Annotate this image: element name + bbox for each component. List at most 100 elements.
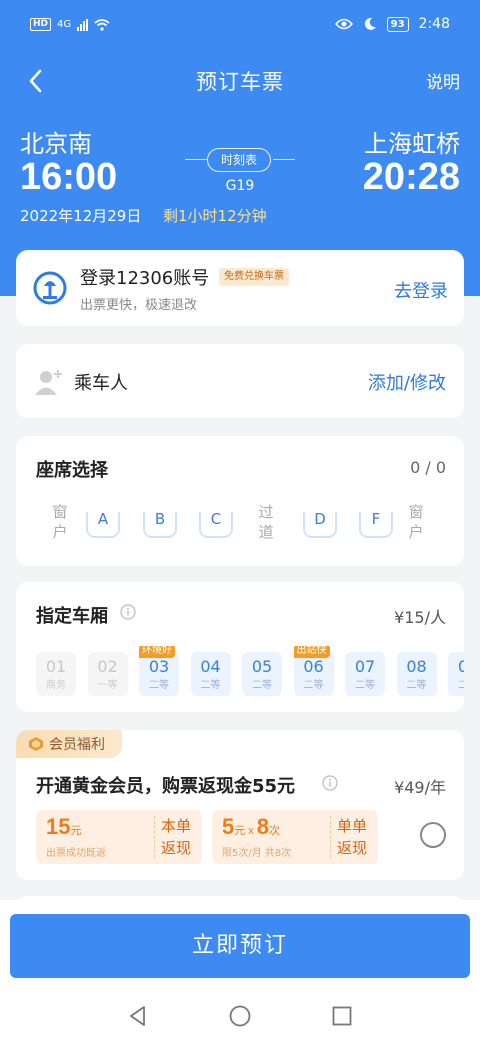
- time-remaining: 剩1小时12分钟: [163, 207, 267, 225]
- car-class: 二等: [355, 680, 375, 691]
- coupon-tag: 本单 返现: [160, 817, 191, 857]
- vip-info-icon[interactable]: [322, 775, 338, 791]
- arrival-time: 20:28: [362, 156, 460, 198]
- info-icon[interactable]: [120, 604, 136, 620]
- timetable-button[interactable]: 时刻表: [207, 148, 271, 172]
- passenger-card[interactable]: 乘车人 添加/修改: [16, 344, 464, 418]
- nav-back-icon[interactable]: [126, 1004, 150, 1028]
- train-number: G19: [225, 178, 255, 194]
- car-class: 二等: [406, 680, 427, 691]
- car-class: 二等: [200, 680, 221, 691]
- add-person-icon: [35, 370, 62, 395]
- aisle-label: 过道: [258, 503, 274, 541]
- travel-date: 2022年12月29日: [20, 207, 142, 225]
- car-class: 二等: [458, 680, 464, 691]
- coupon-subtitle: 出票成功既返: [46, 848, 106, 859]
- add-modify-passenger-button[interactable]: 添加/修改: [368, 369, 446, 395]
- login-card[interactable]: 登录12306账号 免费兑换车票 出票更快，极速退改 去登录: [16, 250, 464, 326]
- system-navigation-bar: [0, 990, 480, 1040]
- clock: 2:48: [418, 16, 450, 32]
- login-title: 登录12306账号: [80, 268, 210, 289]
- nav-home-icon[interactable]: [228, 1004, 252, 1028]
- car-selection-price: ¥15/人: [394, 608, 446, 627]
- car-02: 02 一等: [87, 652, 128, 696]
- seat-selection-card: 座席选择 0 / 0 窗户 A B C 过道 D F 窗户: [16, 436, 464, 566]
- timetable-group: 时刻表: [185, 148, 295, 172]
- window-label-right: 窗户: [408, 503, 424, 541]
- seat-c[interactable]: C: [199, 506, 233, 538]
- window-label-left: 窗户: [52, 503, 68, 541]
- status-bar-left: HD 4G: [30, 18, 110, 31]
- seat-a[interactable]: A: [86, 506, 120, 538]
- coupon-amount: 15元: [46, 814, 82, 839]
- car-selection-title: 指定车厢: [36, 606, 108, 627]
- coupon-divider: [330, 816, 331, 858]
- signal-icon: [77, 18, 89, 31]
- book-now-button[interactable]: 立即预订: [10, 914, 470, 978]
- departure-station: 北京南: [20, 130, 92, 158]
- car-tag: 出站快: [293, 646, 330, 658]
- hd-indicator: HD: [30, 18, 52, 31]
- gem-icon: [29, 737, 43, 751]
- vip-price: ¥49/年: [394, 778, 446, 797]
- coupon-instant-cashback: 15元 出票成功既返 本单 返现: [36, 810, 202, 864]
- status-bar: HD 4G 93 2:48: [0, 0, 480, 52]
- seat-d[interactable]: D: [303, 506, 337, 538]
- car-number: 06: [303, 657, 324, 676]
- car-number: 08: [406, 657, 427, 676]
- car-04[interactable]: 04 二等: [190, 652, 231, 696]
- car-number: 05: [251, 657, 273, 676]
- car-number: 09: [457, 657, 464, 676]
- car-class: 一等: [97, 680, 118, 691]
- car-03[interactable]: 03 二等 环境好: [139, 646, 179, 696]
- timetable-line-right: [273, 159, 295, 160]
- car-selection-card: 指定车厢 ¥15/人 01 商务 02 一等 03 二等 环境好 04 二等 05 二等 06 二等 出站…: [16, 582, 464, 712]
- car-number: 07: [354, 657, 376, 676]
- coupon-subtitle: 限5次/月 共8次: [222, 848, 292, 859]
- car-07[interactable]: 07 二等: [345, 652, 385, 696]
- car-list: 01商务02一等03二等环境好04二等05二等06二等出站快07二等08二等09…: [36, 646, 464, 696]
- vip-tab-label: 会员福利: [49, 737, 105, 753]
- coupon-amount: 5元 x 8次: [222, 814, 280, 839]
- login-button[interactable]: 去登录: [394, 277, 448, 303]
- moon-icon: [364, 17, 376, 30]
- passenger-label: 乘车人: [74, 373, 128, 394]
- car-number: 03: [148, 657, 170, 676]
- seat-map: 窗户 A B C 过道 D F 窗户: [16, 502, 464, 548]
- car-class: 商务: [46, 680, 66, 691]
- car-06[interactable]: 06 二等 出站快: [293, 646, 334, 696]
- car-number: 01: [45, 657, 67, 676]
- seat-f[interactable]: F: [359, 506, 393, 538]
- vip-title: 开通黄金会员，购票返现金55元: [36, 776, 296, 797]
- coupon-tag: 单单 返现: [336, 817, 367, 857]
- timetable-line-left: [185, 159, 207, 160]
- nav-recents-icon[interactable]: [330, 1004, 354, 1028]
- departure-time: 16:00: [20, 156, 118, 198]
- car-08[interactable]: 08 二等: [396, 652, 437, 696]
- seat-selection-title: 座席选择: [36, 460, 108, 481]
- car-tag: 环境好: [139, 646, 175, 658]
- vip-tab: 会员福利: [16, 730, 122, 758]
- car-09[interactable]: 09 二等: [448, 652, 464, 696]
- coupon-per-order-cashback: 5元 x 8次 限5次/月 共8次 单单 返现: [212, 810, 378, 864]
- car-number: 04: [200, 657, 221, 676]
- wifi-icon: [94, 18, 110, 31]
- battery-indicator: 93: [386, 16, 409, 32]
- seat-b[interactable]: B: [143, 506, 177, 538]
- arrival-station: 上海虹桥: [364, 130, 460, 158]
- vip-card: 会员福利 开通黄金会员，购票返现金55元 ¥49/年 15元 出票成功既返 本单…: [16, 730, 464, 880]
- car-01: 01 商务: [36, 652, 76, 696]
- page-title: 预订车票: [196, 70, 284, 94]
- car-class: 二等: [149, 680, 169, 691]
- eye-icon: [334, 18, 353, 30]
- car-class: 二等: [252, 680, 272, 691]
- seat-selection-count: 0 / 0: [410, 458, 446, 477]
- vip-radio[interactable]: [420, 822, 446, 848]
- car-number: 02: [97, 657, 118, 676]
- network-indicator: 4G: [57, 19, 72, 30]
- status-bar-right: 93 2:48: [334, 16, 450, 32]
- car-class: 二等: [303, 680, 324, 691]
- login-badge: 免费兑换车票: [219, 268, 289, 286]
- help-link[interactable]: 说明: [426, 68, 460, 93]
- car-05[interactable]: 05 二等: [242, 652, 282, 696]
